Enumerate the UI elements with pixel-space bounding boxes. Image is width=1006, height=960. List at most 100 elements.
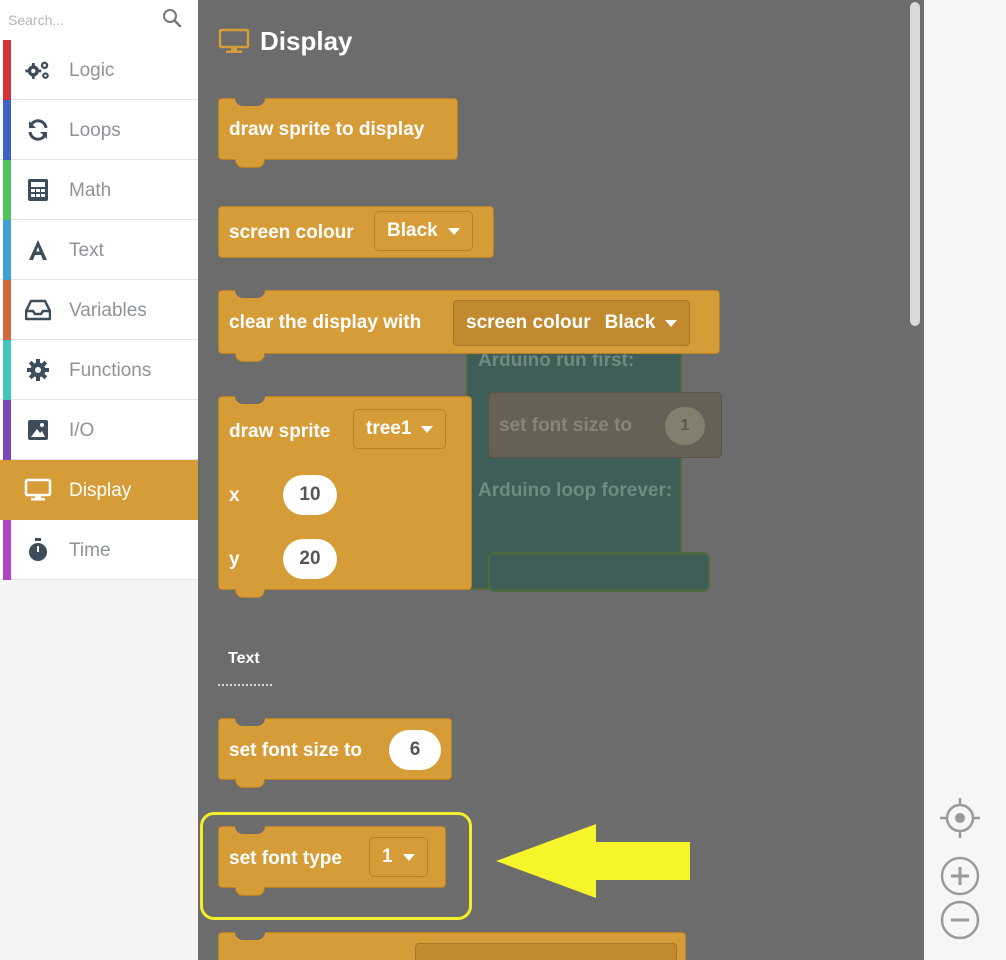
block-label: screen colour xyxy=(229,222,354,243)
block-notch xyxy=(235,718,265,726)
y-label: y xyxy=(229,549,240,570)
screen-colour-reporter[interactable]: screen colour Black xyxy=(453,300,691,346)
inbox-icon xyxy=(24,297,52,323)
block-label: draw sprite xyxy=(229,421,331,442)
category-list: Logic Loops Math Text Variables Function… xyxy=(0,40,198,580)
category-label: Time xyxy=(69,540,111,561)
block-partial-bottom[interactable] xyxy=(218,932,686,960)
category-color-bar xyxy=(3,460,11,520)
block-clear-display[interactable]: clear the display with screen colour Bla… xyxy=(218,290,720,362)
search-icon[interactable] xyxy=(162,8,182,28)
category-label: Logic xyxy=(69,60,115,81)
gear-icon xyxy=(24,357,52,383)
category-label: Display xyxy=(69,480,132,501)
zoom-in-icon[interactable] xyxy=(938,854,982,898)
category-loops[interactable]: Loops xyxy=(0,100,198,160)
category-text[interactable]: Text xyxy=(0,220,198,280)
workspace-ghost-font-size-block: set font size to 1 xyxy=(488,392,722,458)
dropdown-arrow-icon xyxy=(665,319,678,327)
category-time[interactable]: Time xyxy=(0,520,198,580)
dropdown-value: Black xyxy=(387,220,438,241)
block-label: draw sprite to display xyxy=(229,119,425,140)
sprite-dropdown[interactable]: tree1 xyxy=(353,409,447,449)
block-screen-colour[interactable]: screen colour Black xyxy=(218,206,494,258)
block-notch xyxy=(235,826,265,834)
workspace-ghost-loop-label: Arduino loop forever: xyxy=(478,480,673,501)
flyout-scrollbar-thumb[interactable] xyxy=(910,2,920,326)
block-notch xyxy=(235,932,265,940)
block-notch xyxy=(235,98,265,106)
category-variables[interactable]: Variables xyxy=(0,280,198,340)
block-notch xyxy=(235,353,265,362)
font-icon xyxy=(24,237,52,263)
dropdown-value: 1 xyxy=(382,846,393,867)
reporter-label: screen colour xyxy=(466,312,591,333)
flyout-header: Display xyxy=(218,24,353,58)
category-display[interactable]: Display xyxy=(0,460,198,520)
category-color-bar xyxy=(3,280,11,340)
category-color-bar xyxy=(3,100,11,160)
x-label: x xyxy=(229,485,240,506)
block-label: clear the display with xyxy=(229,312,422,333)
block-label: set font size to xyxy=(229,740,363,761)
font-size-input[interactable]: 6 xyxy=(389,730,441,770)
yellow-arrow-icon xyxy=(496,824,690,898)
x-value-input[interactable]: 10 xyxy=(283,475,337,515)
screen-colour-dropdown[interactable]: Black xyxy=(374,211,473,251)
category-label: I/O xyxy=(69,420,95,441)
refresh-icon xyxy=(24,117,52,143)
block-set-font-size[interactable]: set font size to 6 xyxy=(218,718,452,788)
category-color-bar xyxy=(3,220,11,280)
category-label: Variables xyxy=(69,300,147,321)
category-io[interactable]: I/O xyxy=(0,400,198,460)
workspace-ghost-font-size-value: 1 xyxy=(665,407,705,445)
block-draw-sprite-to-display[interactable]: draw sprite to display xyxy=(218,98,458,168)
category-label: Math xyxy=(69,180,112,201)
category-label: Functions xyxy=(69,360,152,381)
flyout-title: Display xyxy=(260,25,353,56)
block-flyout: Display Arduino run first: set font size… xyxy=(198,0,924,960)
block-set-font-type[interactable]: set font type 1 xyxy=(218,826,446,896)
block-notch xyxy=(235,589,265,598)
category-logic[interactable]: Logic xyxy=(0,40,198,100)
app-root: Logic Loops xyxy=(0,0,1006,960)
category-label: Loops xyxy=(69,120,121,141)
block-partial-input xyxy=(415,943,677,960)
category-functions[interactable]: Functions xyxy=(0,340,198,400)
category-label: Text xyxy=(69,240,104,261)
block-notch xyxy=(235,887,265,896)
category-sidebar: Logic Loops xyxy=(0,0,198,960)
dropdown-arrow-icon xyxy=(421,425,434,433)
font-type-dropdown[interactable]: 1 xyxy=(369,837,428,877)
block-notch xyxy=(235,779,265,788)
reporter-value: Black xyxy=(604,312,656,333)
block-notch xyxy=(235,290,265,298)
zoom-out-icon[interactable] xyxy=(938,898,982,942)
category-color-bar xyxy=(3,520,11,580)
search-bar xyxy=(0,0,198,40)
y-value-input[interactable]: 20 xyxy=(283,539,337,579)
gears-icon xyxy=(24,57,52,83)
stopwatch-icon xyxy=(24,537,52,563)
category-color-bar xyxy=(3,40,11,100)
dropdown-value: tree1 xyxy=(366,418,412,439)
section-underline xyxy=(218,684,272,686)
recenter-icon[interactable] xyxy=(938,796,982,840)
image-icon xyxy=(24,417,52,443)
section-label-text: Text xyxy=(228,650,260,667)
desktop-icon xyxy=(24,477,52,503)
workspace-ghost-font-size-label: set font size to xyxy=(499,415,633,436)
desktop-icon xyxy=(218,28,250,53)
dropdown-arrow-icon xyxy=(447,227,460,235)
block-notch xyxy=(235,396,265,404)
dropdown-arrow-icon xyxy=(402,853,415,861)
block-draw-sprite[interactable]: draw sprite tree1 x 10 y 20 xyxy=(218,396,472,598)
category-color-bar xyxy=(3,160,11,220)
block-label: set font type xyxy=(229,848,342,869)
category-color-bar xyxy=(3,400,11,460)
workspace-ghost-loop-end xyxy=(488,552,710,592)
search-input[interactable] xyxy=(8,8,158,32)
calculator-icon xyxy=(24,177,52,203)
block-notch xyxy=(235,159,265,168)
category-math[interactable]: Math xyxy=(0,160,198,220)
